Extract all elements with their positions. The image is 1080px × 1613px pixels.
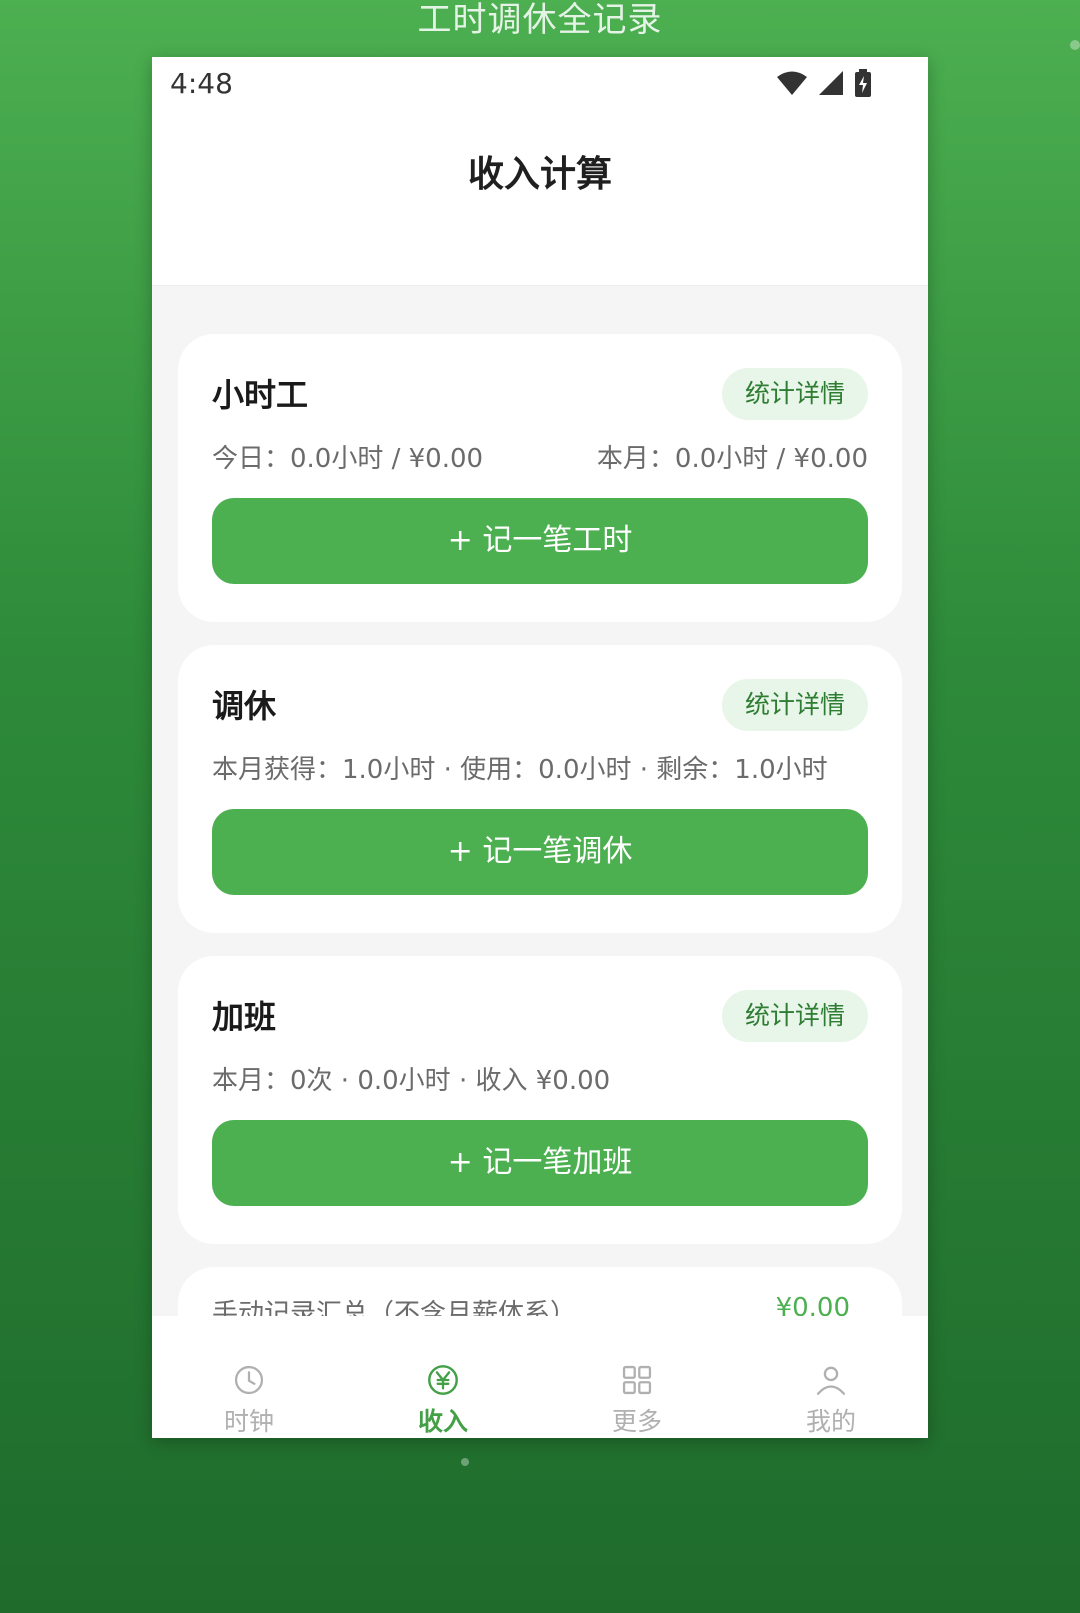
wifi-icon	[777, 71, 807, 95]
nav-label: 时钟	[223, 1407, 274, 1436]
grid-icon	[622, 1365, 652, 1395]
card-title: 小时工	[212, 376, 309, 414]
stat-row: 本月获得：1.0小时 · 使用：0.0小时 · 剩余：1.0小时	[212, 749, 868, 786]
card-title: 加班	[212, 998, 277, 1036]
today-stat: 今日：0.0小时 / ¥0.00	[212, 444, 484, 474]
add-time-off-button[interactable]: + 记一笔调休	[212, 809, 868, 895]
summary-value: ¥0.00	[775, 1293, 850, 1316]
summary-title: 手动记录汇总（不含月薪体系）	[212, 1299, 577, 1316]
stats-detail-button[interactable]: 统计详情	[722, 990, 868, 1042]
bottom-nav: 时钟 收入 更多 我的	[152, 1316, 928, 1438]
stat-row: 本月：0次 · 0.0小时 · 收入 ¥0.00	[212, 1060, 868, 1097]
card-hourly-work: 小时工 统计详情 今日：0.0小时 / ¥0.00 本月：0.0小时 / ¥0.…	[178, 334, 902, 622]
phone-screen: 4:48 收入计算 小时工 统计详情 今日：0.0小时 / ¥0.00 本月：0…	[152, 57, 928, 1438]
decorative-dot	[1070, 40, 1080, 50]
card-time-off: 调休 统计详情 本月获得：1.0小时 · 使用：0.0小时 · 剩余：1.0小时…	[178, 645, 902, 933]
nav-label: 我的	[805, 1407, 856, 1436]
app-bar	[152, 115, 928, 286]
nav-label: 收入	[417, 1407, 468, 1436]
promo-title: 工时调休全记录	[417, 0, 663, 40]
nav-item-more[interactable]: 更多	[540, 1316, 734, 1438]
clock-icon	[234, 1365, 264, 1395]
nav-item-profile[interactable]: 我的	[734, 1316, 928, 1438]
card-summary: 手动记录汇总（不含月薪体系） ¥0.00	[178, 1267, 902, 1316]
card-title: 调休	[212, 687, 277, 725]
page-title: 收入计算	[467, 154, 612, 195]
card-overtime: 加班 统计详情 本月：0次 · 0.0小时 · 收入 ¥0.00 + 记一笔加班	[178, 956, 902, 1244]
month-stat: 本月：0.0小时 / ¥0.00	[596, 444, 868, 474]
status-icons	[776, 69, 872, 97]
page-indicator-dot	[461, 1458, 469, 1466]
stat-row: 今日：0.0小时 / ¥0.00 本月：0.0小时 / ¥0.00	[212, 438, 868, 475]
person-icon	[816, 1366, 846, 1395]
nav-item-clock[interactable]: 时钟	[152, 1316, 346, 1438]
add-overtime-button[interactable]: + 记一笔加班	[212, 1120, 868, 1206]
add-hours-button[interactable]: + 记一笔工时	[212, 498, 868, 584]
status-time: 4:48	[170, 67, 233, 100]
status-bar: 4:48	[152, 57, 928, 115]
stats-detail-button[interactable]: 统计详情	[722, 368, 868, 420]
month-stat: 本月：0次 · 0.0小时 · 收入 ¥0.00	[212, 1066, 611, 1096]
battery-icon	[855, 69, 871, 97]
month-stat: 本月获得：1.0小时 · 使用：0.0小时 · 剩余：1.0小时	[212, 755, 828, 785]
yuan-icon	[428, 1365, 458, 1395]
nav-item-income[interactable]: 收入	[346, 1316, 540, 1438]
content-scroll[interactable]: 小时工 统计详情 今日：0.0小时 / ¥0.00 本月：0.0小时 / ¥0.…	[152, 286, 928, 1316]
stats-detail-button[interactable]: 统计详情	[722, 679, 868, 731]
nav-label: 更多	[611, 1407, 662, 1436]
signal-icon	[819, 71, 843, 95]
